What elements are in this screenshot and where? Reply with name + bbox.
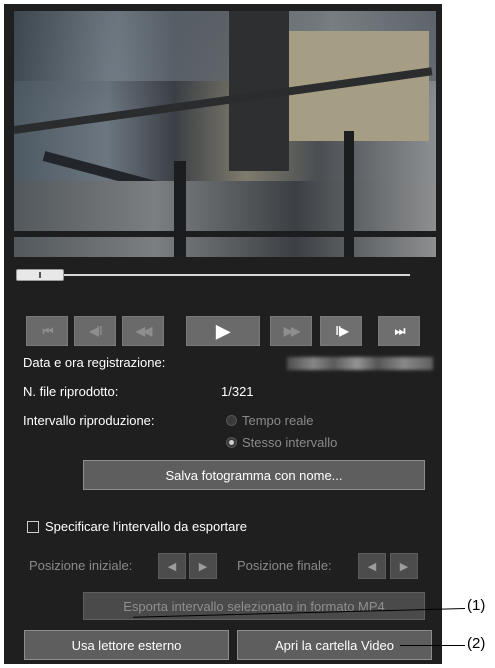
export-range-label: Specificare l'intervallo da esportare	[45, 519, 247, 534]
radio-same-label: Stesso intervallo	[242, 435, 338, 450]
skip-start-icon: ⏮	[42, 323, 54, 338]
start-position-label: Posizione iniziale:	[29, 558, 133, 573]
start-next-button: ▶	[189, 553, 217, 579]
next-frame-button[interactable]: ‖▶	[320, 316, 362, 346]
next-frame-icon: ‖▶	[335, 324, 348, 338]
end-position-label: Posizione finale:	[237, 558, 332, 573]
save-frame-button[interactable]: Salva fotogramma con nome...	[83, 460, 425, 490]
seek-track[interactable]	[16, 274, 410, 276]
file-label: N. file riprodotto:	[23, 384, 119, 399]
fast-forward-icon: ▶▶	[283, 324, 301, 338]
video-preview	[14, 11, 436, 257]
seek-thumb[interactable]	[16, 269, 64, 281]
play-icon: ▶	[216, 320, 230, 341]
skip-end-icon: ⏭	[394, 323, 406, 338]
recorded-value-redacted	[287, 357, 433, 370]
radio-same-interval[interactable]	[226, 437, 237, 448]
first-frame-button[interactable]: ⏮	[26, 316, 68, 346]
end-prev-button: ◀	[358, 553, 386, 579]
callout-2: (2)	[467, 635, 486, 652]
last-frame-button[interactable]: ⏭	[378, 316, 420, 346]
playback-panel: ⏮ ◀‖ ◀◀ ▶ ▶▶ ‖▶ ⏭ Data e ora registrazio…	[4, 4, 442, 664]
start-prev-button: ◀	[158, 553, 186, 579]
prev-frame-icon: ◀‖	[89, 324, 102, 338]
fast-forward-button[interactable]: ▶▶	[270, 316, 312, 346]
file-value: 1/321	[221, 384, 254, 399]
callout-line-2	[400, 645, 465, 646]
play-button[interactable]: ▶	[186, 316, 260, 346]
radio-realtime-label: Tempo reale	[242, 413, 314, 428]
radio-realtime[interactable]	[226, 415, 237, 426]
end-next-button: ▶	[390, 553, 418, 579]
external-player-button[interactable]: Usa lettore esterno	[24, 630, 229, 660]
rewind-icon: ◀◀	[135, 324, 153, 338]
interval-label: Intervallo riproduzione:	[23, 413, 155, 428]
callout-1: (1)	[467, 597, 486, 614]
export-range-checkbox[interactable]	[27, 521, 39, 533]
recorded-label: Data e ora registrazione:	[23, 355, 166, 370]
prev-frame-button[interactable]: ◀‖	[74, 316, 116, 346]
rewind-button[interactable]: ◀◀	[122, 316, 164, 346]
